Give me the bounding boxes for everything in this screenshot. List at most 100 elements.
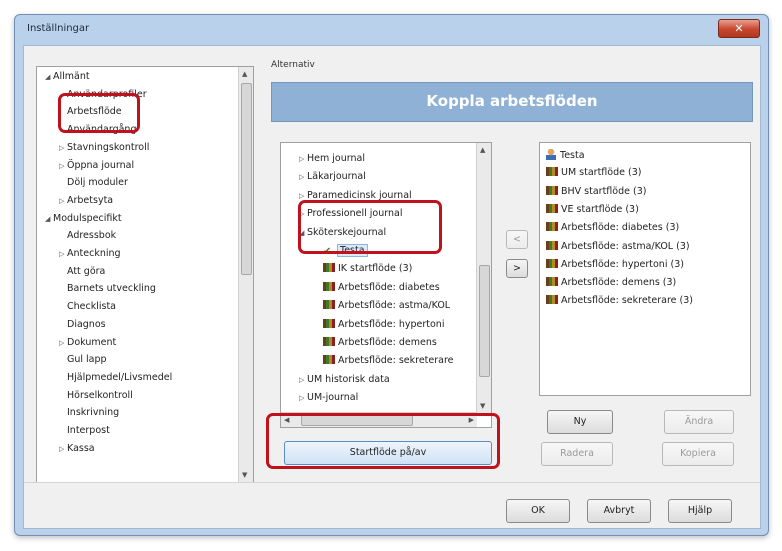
settings-tree-item-label: Stavningskontroll <box>67 141 150 153</box>
scroll-up-icon[interactable]: ▲ <box>242 70 247 78</box>
collapsed-arrow-icon[interactable]: ▷ <box>59 162 67 170</box>
expanded-arrow-icon[interactable]: ◢ <box>45 215 53 223</box>
settings-tree-item[interactable]: Dölj moduler <box>59 177 128 188</box>
collapsed-arrow-icon[interactable]: ▷ <box>299 192 307 200</box>
workflow-list-item[interactable]: Arbetsflöde: demens (3) <box>546 277 676 288</box>
workflow-list-item[interactable]: Testa <box>546 149 585 161</box>
edit-button[interactable]: Ändra <box>664 410 734 434</box>
settings-tree-item[interactable]: Checklista <box>59 301 116 312</box>
delete-button-label: Radera <box>560 448 594 459</box>
workflow-list-item-label: Testa <box>560 150 585 161</box>
collapsed-arrow-icon[interactable]: ▷ <box>59 197 67 205</box>
add-workflow-button[interactable]: > <box>506 259 528 278</box>
new-button[interactable]: Ny <box>547 410 613 434</box>
workflow-list-item[interactable]: VE startflöde (3) <box>546 203 639 215</box>
settings-tree-item[interactable]: ▷ Öppna journal <box>59 160 134 171</box>
collapsed-arrow-icon[interactable]: ▷ <box>299 173 307 181</box>
workflow-list-item[interactable]: Arbetsflöde: diabetes (3) <box>546 222 679 233</box>
title-bar[interactable]: Inställningar ✕ <box>15 15 768 43</box>
ok-button[interactable]: OK <box>506 499 570 523</box>
workflow-list-item[interactable]: Arbetsflöde: hypertoni (3) <box>546 258 684 270</box>
left-tree-scrollbar[interactable]: ▲ ▼ <box>238 67 253 482</box>
settings-tree-item[interactable]: ▷ Arbetsyta <box>59 195 113 206</box>
settings-tree-item[interactable]: Adressbok <box>59 230 116 241</box>
journal-tree-item[interactable]: Arbetsflöde: astma/KOL <box>315 300 450 311</box>
scroll-down-icon[interactable]: ▼ <box>480 402 485 410</box>
settings-tree-item-label: Allmänt <box>53 71 90 82</box>
settings-tree-item-label: Arbetsyta <box>67 194 114 206</box>
journal-tree-item[interactable]: ▷ Hem journal <box>299 153 365 164</box>
journal-tree-item-label: Hem journal <box>307 153 365 164</box>
workflow-list[interactable]: Testa UM startflöde (3) BHV startflöde (3)… <box>539 142 751 396</box>
remove-workflow-button[interactable]: < <box>506 230 528 249</box>
workflow-icon <box>546 185 558 195</box>
highlight-skoterskejournal <box>298 200 442 254</box>
journal-tree-item[interactable]: Arbetsflöde: sekreterare <box>315 355 454 366</box>
journal-tree-item[interactable]: Arbetsflöde: diabetes <box>315 281 440 293</box>
expanded-arrow-icon[interactable]: ◢ <box>45 73 53 81</box>
settings-tree-item[interactable]: ◢ Allmänt <box>45 71 90 82</box>
close-button[interactable]: ✕ <box>718 19 760 38</box>
settings-tree-item[interactable]: ▷ Anteckning <box>59 248 121 259</box>
settings-tree-item-label: Hjälpmedel/Livsmedel <box>67 371 173 383</box>
journal-tree-item[interactable]: ▷ Läkarjournal <box>299 171 366 182</box>
collapsed-arrow-icon[interactable]: ▷ <box>59 250 67 258</box>
settings-tree-item[interactable]: ◢ Modulspecifikt <box>45 213 122 224</box>
help-button-label: Hjälp <box>687 505 713 516</box>
workflow-icon <box>546 295 558 305</box>
settings-tree-item-label: Interpost <box>67 425 110 436</box>
collapsed-arrow-icon[interactable]: ▷ <box>59 445 67 453</box>
settings-tree-item[interactable]: Hjälpmedel/Livsmedel <box>59 372 172 383</box>
journal-tree-item-label: Läkarjournal <box>307 171 366 183</box>
ok-button-label: OK <box>531 505 545 516</box>
settings-tree-item[interactable]: Barnets utveckling <box>59 283 156 294</box>
cancel-button[interactable]: Avbryt <box>587 499 651 523</box>
workflow-icon <box>546 167 558 177</box>
journal-tree[interactable]: ▲ ▼ ◀ ▶ ▷ Hem journal ▷ Läkarjournal ▷ Parame… <box>280 142 492 428</box>
workflow-icon <box>323 355 335 365</box>
new-button-label: Ny <box>573 416 587 427</box>
help-button[interactable]: Hjälp <box>668 499 732 523</box>
settings-tree-item[interactable]: Diagnos <box>59 319 106 330</box>
copy-button[interactable]: Kopiera <box>662 442 734 466</box>
scroll-down-icon[interactable]: ▼ <box>242 471 247 479</box>
journal-tree-item[interactable]: ▷ UM-journal <box>299 392 358 403</box>
settings-tree-item-label: Inskrivning <box>67 407 120 419</box>
journal-tree-item[interactable]: ▷ UM historisk data <box>299 374 390 385</box>
highlight-startflode-button <box>266 413 500 469</box>
workflow-list-item-label: BHV startflöde (3) <box>561 185 647 197</box>
settings-tree-item[interactable]: Att göra <box>59 266 105 277</box>
workflow-icon <box>323 281 335 291</box>
workflow-icon <box>323 337 335 346</box>
collapsed-arrow-icon[interactable]: ▷ <box>59 339 67 347</box>
workflow-list-item[interactable]: Arbetsflöde: astma/KOL (3) <box>546 240 690 252</box>
settings-tree-item[interactable]: ▷ Stavningskontroll <box>59 142 149 153</box>
journal-tree-item-label: UM-journal <box>307 392 359 404</box>
scroll-up-icon[interactable]: ▲ <box>480 146 485 154</box>
settings-tree-item[interactable]: ▷ Dokument <box>59 337 116 348</box>
collapsed-arrow-icon[interactable]: ▷ <box>299 155 307 163</box>
workflow-list-item[interactable]: Arbetsflöde: sekreterare (3) <box>546 295 693 306</box>
settings-tree-item[interactable]: Gul lapp <box>59 354 107 365</box>
workflow-list-item[interactable]: BHV startflöde (3) <box>546 185 647 197</box>
settings-tree-item[interactable]: Inskrivning <box>59 407 119 418</box>
workflow-list-item[interactable]: UM startflöde (3) <box>546 167 641 178</box>
workflow-icon <box>323 318 335 328</box>
delete-button[interactable]: Radera <box>541 442 613 466</box>
journal-tree-item[interactable]: Arbetsflöde: demens <box>315 337 437 348</box>
workflow-list-item-label: UM startflöde (3) <box>561 167 642 179</box>
journal-tree-item[interactable]: Arbetsflöde: hypertoni <box>315 318 444 330</box>
journal-tree-vscroll[interactable]: ▲ ▼ <box>476 143 491 413</box>
journal-tree-item[interactable]: IK startflöde (3) <box>315 263 412 274</box>
collapsed-arrow-icon[interactable]: ▷ <box>59 144 67 152</box>
journal-tree-item-label: Arbetsflöde: astma/KOL <box>338 300 451 312</box>
settings-tree-item-label: Anteckning <box>67 248 121 259</box>
settings-tree-item[interactable]: Interpost <box>59 425 110 436</box>
collapsed-arrow-icon[interactable]: ▷ <box>299 394 307 402</box>
journal-tree-vscroll-thumb[interactable] <box>479 265 490 377</box>
settings-tree-item[interactable]: ▷ Kassa <box>59 443 95 454</box>
left-tree-scroll-thumb[interactable] <box>241 83 252 275</box>
settings-tree-item[interactable]: Hörselkontroll <box>59 390 133 401</box>
workflow-icon <box>546 203 558 213</box>
collapsed-arrow-icon[interactable]: ▷ <box>299 376 307 384</box>
